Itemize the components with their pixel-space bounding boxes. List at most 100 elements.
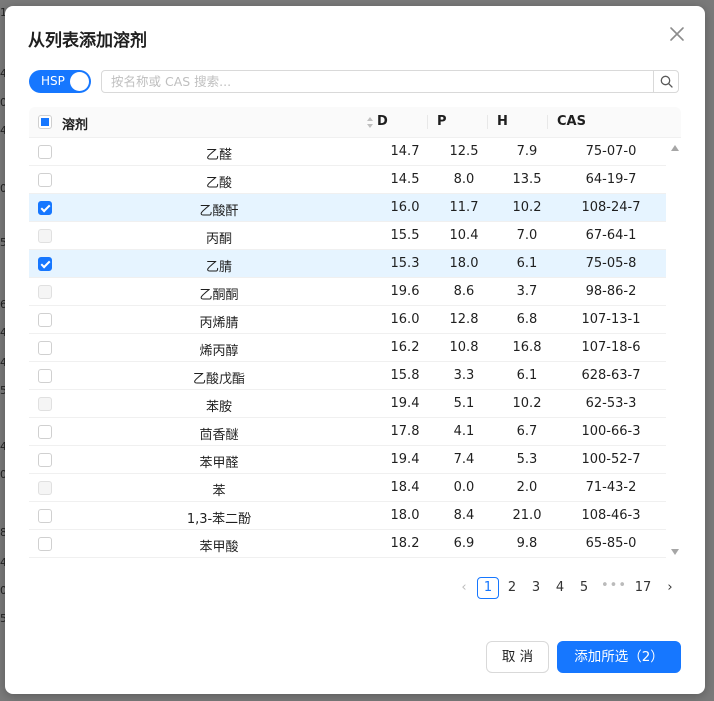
column-header-p: P [437,114,447,129]
table-header: 溶剂 D P H CAS [29,107,681,138]
page-5-button[interactable]: 5 [573,577,595,599]
search-box [101,70,679,93]
solvent-name-cell: 乙醛 [205,148,232,163]
add-solvent-dialog: 从列表添加溶剂 HSP 溶剂 D [5,6,705,694]
row-checkbox[interactable] [38,425,52,439]
page-3-button[interactable]: 3 [525,577,547,599]
table-row: 乙酮酮 19.6 8.6 3.7 98-86-2 [29,278,666,306]
row-checkbox[interactable] [38,369,52,383]
table-row[interactable]: 乙腈 15.3 18.0 6.1 75-05-8 [29,250,666,278]
cas-cell: 100-66-3 [581,424,641,439]
toggle-knob [70,72,89,91]
hsp-toggle-label: HSP [41,74,65,88]
table-row[interactable]: 茴香醚 17.8 4.1 6.7 100-66-3 [29,418,666,446]
column-header-h: H [497,114,508,129]
solvent-name-cell: 苯胺 [205,400,232,415]
h-value-cell: 21.0 [512,508,542,523]
cas-cell: 62-53-3 [585,396,637,411]
h-value-cell: 7.9 [516,144,538,159]
page-ellipsis[interactable]: ••• [601,577,626,599]
cas-cell: 71-43-2 [585,480,637,495]
cas-cell: 107-18-6 [581,340,641,355]
table-row[interactable]: 烯丙醇 16.2 10.8 16.8 107-18-6 [29,334,666,362]
row-checkbox [38,481,52,495]
h-value-cell: 2.0 [516,480,538,495]
solvent-name-cell: 茴香醚 [199,428,239,443]
page-1-button[interactable]: 1 [477,577,499,599]
solvent-name-cell: 乙酸酐 [199,204,239,219]
h-value-cell: 6.7 [516,424,538,439]
page-4-button[interactable]: 4 [549,577,571,599]
hsp-toggle[interactable]: HSP [29,70,91,93]
h-value-cell: 5.3 [516,452,538,467]
table-row: 丙酮 15.5 10.4 7.0 67-64-1 [29,222,666,250]
table-row[interactable]: 1,3-苯二酚 18.0 8.4 21.0 108-46-3 [29,502,666,530]
close-icon [670,27,684,41]
cas-cell: 98-86-2 [585,284,637,299]
scroll-down-icon[interactable] [671,548,679,556]
column-header-name: 溶剂 [62,118,89,133]
search-icon [660,75,673,88]
row-checkbox [38,397,52,411]
row-checkbox[interactable] [38,537,52,551]
row-checkbox[interactable] [38,341,52,355]
h-value-cell: 6.1 [516,368,538,383]
next-page-button[interactable]: › [659,577,681,599]
dialog-title: 从列表添加溶剂 [28,31,147,51]
table-body: 乙醛 14.7 12.5 7.9 75-07-0 乙酸 14.5 8.0 13.5 64-19-7… [29,138,666,562]
h-value-cell: 16.8 [512,340,542,355]
cas-cell: 65-85-0 [585,536,637,551]
table-row[interactable]: 乙酸戊酯 15.8 3.3 6.1 628-63-7 [29,362,666,390]
pagination: ‹ 1 2 3 4 5 ••• 17 › [453,577,685,601]
cancel-button[interactable]: 取 消 [486,641,549,673]
solvent-name-cell: 烯丙醇 [199,344,239,359]
table-row[interactable]: 苯甲酸 18.2 6.9 9.8 65-85-0 [29,530,666,558]
add-selected-button[interactable]: 添加所选（2） [557,641,681,673]
search-button[interactable] [653,71,678,92]
solvent-name-cell: 苯甲醛 [199,456,239,471]
solvent-table: 溶剂 D P H CAS 乙醛 14.7 12.5 7.9 75-07-0 乙酸 14.5 8… [29,107,681,562]
table-row[interactable]: 丙烯腈 16.0 12.8 6.8 107-13-1 [29,306,666,334]
column-divider [487,115,488,129]
row-checkbox[interactable] [38,509,52,523]
page-2-button[interactable]: 2 [501,577,523,599]
row-checkbox[interactable] [38,313,52,327]
solvent-name-cell: 乙腈 [205,260,232,275]
cas-cell: 107-13-1 [581,312,641,327]
row-checkbox[interactable] [38,201,52,215]
solvent-name-cell: 乙酮酮 [199,288,239,303]
h-value-cell: 3.7 [516,284,538,299]
h-value-cell: 13.5 [512,172,542,187]
close-button[interactable] [667,24,687,44]
row-checkbox[interactable] [38,257,52,271]
search-input[interactable] [102,71,661,92]
table-row[interactable]: 乙酸 14.5 8.0 13.5 64-19-7 [29,166,666,194]
column-header-d: D [377,114,388,129]
h-value-cell: 10.2 [512,200,542,215]
prev-page-button[interactable]: ‹ [453,577,475,599]
row-checkbox[interactable] [38,173,52,187]
cas-cell: 64-19-7 [585,172,637,187]
table-scrollbar[interactable] [669,138,681,562]
toolbar: HSP [29,69,681,95]
solvent-name-cell: 苯甲酸 [199,540,239,555]
row-checkbox[interactable] [38,145,52,159]
row-checkbox[interactable] [38,453,52,467]
sort-icon[interactable] [366,116,374,129]
page-last-button[interactable]: 17 [629,577,657,599]
scroll-up-icon[interactable] [671,144,679,152]
table-row[interactable]: 乙酸酐 16.0 11.7 10.2 108-24-7 [29,194,666,222]
table-row: 苯 18.4 0.0 2.0 71-43-2 [29,474,666,502]
table-row[interactable]: 苯甲醛 19.4 7.4 5.3 100-52-7 [29,446,666,474]
h-value-cell: 6.1 [516,256,538,271]
row-checkbox [38,285,52,299]
h-value-cell: 6.8 [516,312,538,327]
row-checkbox [38,229,52,243]
select-all-checkbox[interactable] [38,115,52,129]
cas-cell: 75-07-0 [585,144,637,159]
solvent-name-cell: 丙酮 [205,232,232,247]
cas-cell: 75-05-8 [585,256,637,271]
h-value-cell: 9.8 [516,536,538,551]
table-row[interactable]: 乙醛 14.7 12.5 7.9 75-07-0 [29,138,666,166]
h-value-cell: 10.2 [512,396,542,411]
